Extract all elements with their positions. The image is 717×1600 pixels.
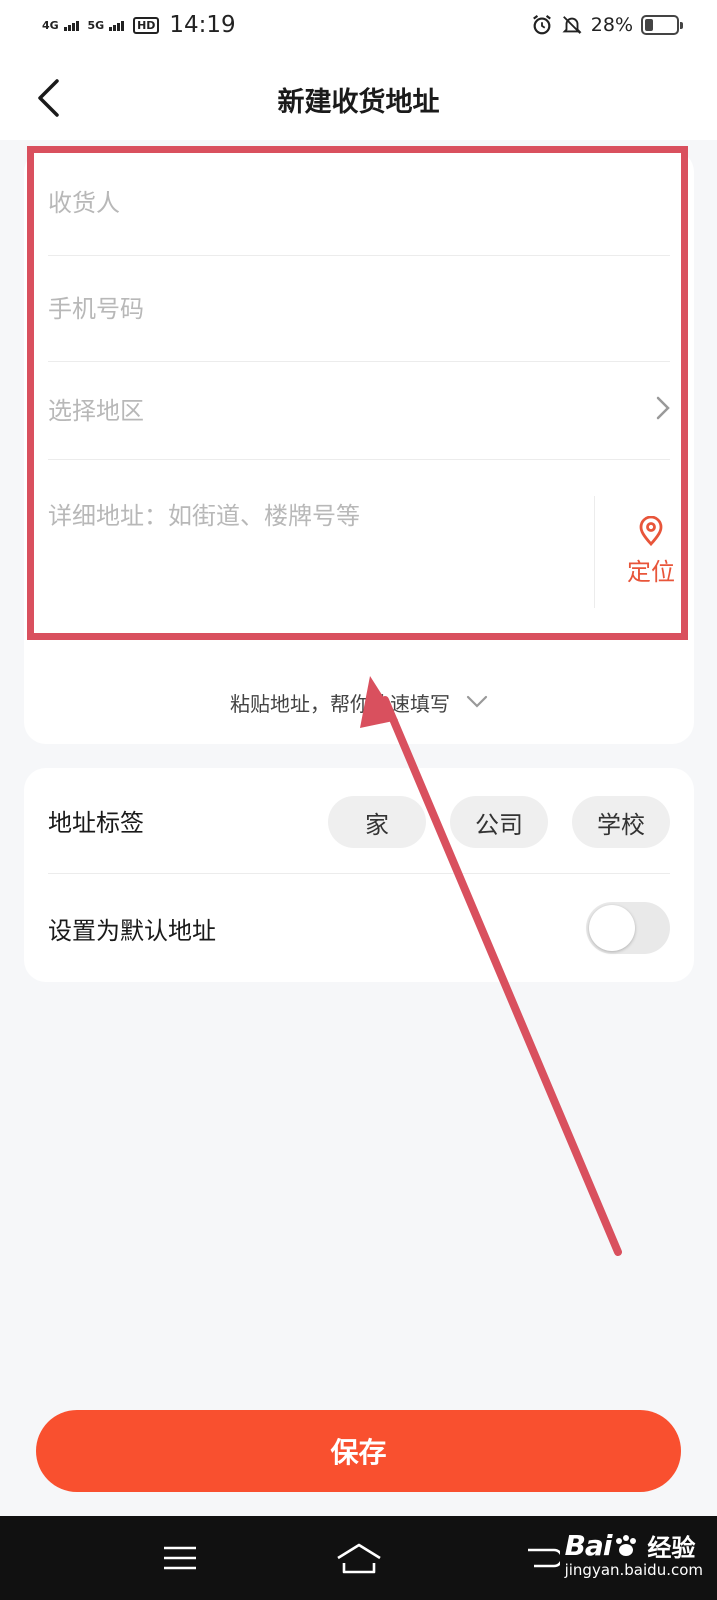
hd-voice-icon: HD (133, 16, 160, 34)
battery-percent: 28% (590, 14, 633, 36)
status-time: 14:19 (169, 12, 236, 38)
signal-5g-icon: 5G (88, 20, 126, 31)
address-form-card: 定位 粘贴地址，帮你快速填写 (24, 150, 694, 744)
paw-icon (616, 1534, 637, 1556)
save-button[interactable]: 保存 (36, 1410, 681, 1492)
locate-label: 定位 (627, 558, 675, 586)
detail-address-row: 定位 (48, 460, 675, 640)
system-nav-bar: Bai 经验 jingyan.baidu.com (0, 1516, 717, 1600)
chevron-down-icon (466, 695, 488, 708)
page: 4G 5G HD 14:19 28% 新建收货地址 收货人 手机号码 选择地区 … (0, 0, 717, 1600)
alarm-icon (532, 14, 551, 35)
phone-row (48, 256, 670, 362)
battery-icon (641, 15, 683, 35)
mute-bell-icon (562, 16, 582, 34)
signal-4g-icon: 4G (42, 20, 80, 31)
default-address-label: 设置为默认地址 (48, 916, 216, 945)
locate-button[interactable]: 定位 (608, 516, 694, 596)
region-row[interactable] (48, 362, 670, 460)
recipient-row (48, 150, 670, 256)
locate-divider (594, 496, 595, 608)
phone-input[interactable] (48, 294, 670, 323)
watermark: Bai 经验 jingyan.baidu.com (565, 1528, 703, 1579)
page-title: 新建收货地址 (277, 87, 440, 118)
app-header: 新建收货地址 (0, 56, 717, 140)
return-icon (528, 1548, 560, 1568)
address-options-card: 地址标签 家 公司 学校 设置为默认地址 (24, 768, 694, 982)
home-icon (337, 1543, 381, 1574)
status-bar-left: 4G 5G HD 14:19 (42, 12, 236, 38)
battery-fill (645, 19, 653, 31)
paste-address-row[interactable]: 粘贴地址，帮你快速填写 (48, 660, 670, 744)
tag-company[interactable]: 公司 (450, 796, 548, 848)
paste-address-label: 粘贴地址，帮你快速填写 (230, 691, 450, 716)
nav-home-button[interactable] (329, 1536, 389, 1580)
location-pin-icon (639, 516, 663, 546)
status-bar: 4G 5G HD 14:19 28% (0, 0, 717, 56)
address-tag-row: 地址标签 家 公司 学校 (48, 768, 670, 874)
watermark-logo: Bai 经验 (564, 1529, 696, 1562)
address-tag-label: 地址标签 (48, 809, 144, 837)
tag-options: 家 公司 学校 (328, 796, 670, 848)
status-bar-right: 28% (531, 14, 683, 36)
menu-icon (164, 1546, 196, 1570)
detail-address-input[interactable] (48, 496, 548, 552)
watermark-url: jingyan.baidu.com (564, 1561, 703, 1579)
region-selector[interactable] (48, 396, 670, 425)
toggle-knob (589, 905, 635, 951)
tag-school[interactable]: 学校 (572, 796, 670, 848)
nav-menu-button[interactable] (150, 1536, 210, 1580)
recipient-input[interactable] (48, 188, 670, 217)
chevron-right-icon (656, 396, 670, 420)
default-address-toggle[interactable] (586, 902, 670, 954)
nav-back-button[interactable] (512, 1536, 572, 1580)
tag-home[interactable]: 家 (328, 796, 426, 848)
default-address-row: 设置为默认地址 (48, 874, 670, 982)
